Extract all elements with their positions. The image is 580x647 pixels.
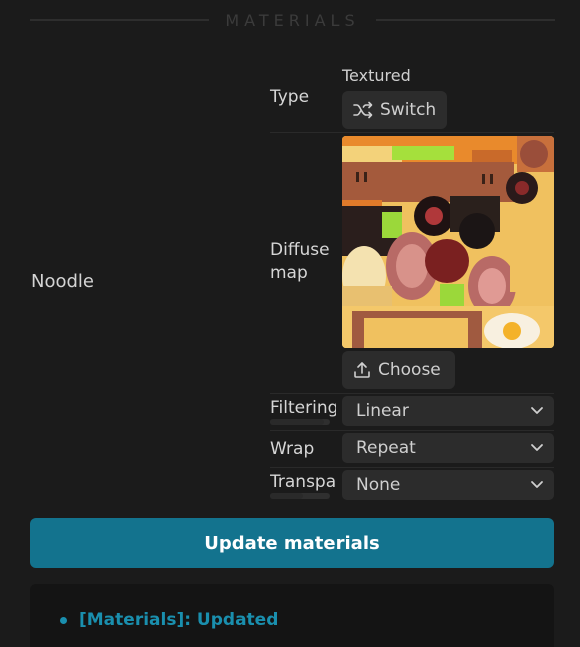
divider — [270, 430, 554, 431]
type-value: Textured — [342, 66, 411, 85]
choose-button[interactable]: Choose — [342, 351, 455, 389]
transparency-select[interactable]: None — [342, 470, 554, 500]
upload-icon — [352, 360, 372, 380]
filtering-select[interactable]: Linear — [342, 396, 554, 426]
wrap-label: Wrap — [270, 439, 315, 459]
materials-panel: MATERIALS Noodle Type Textured Switch Di… — [0, 0, 580, 647]
divider — [375, 19, 555, 21]
wrap-select[interactable]: Repeat — [342, 433, 554, 463]
filtering-label: Filtering — [270, 398, 336, 418]
divider — [30, 19, 210, 21]
switch-button[interactable]: Switch — [342, 91, 447, 129]
filtering-value: Linear — [356, 401, 409, 421]
update-materials-button[interactable]: Update materials — [30, 518, 554, 568]
transparency-value: None — [356, 475, 401, 495]
diffuse-map-preview[interactable] — [342, 136, 554, 348]
choose-label: Choose — [378, 360, 441, 380]
wrap-value: Repeat — [356, 438, 416, 458]
transparency-scrollbar[interactable] — [270, 493, 330, 499]
chevron-down-icon — [530, 401, 544, 421]
divider — [270, 467, 554, 468]
transparency-label: Transparency — [270, 472, 336, 492]
diffuse-map-label: Diffuse map — [270, 240, 330, 283]
chevron-down-icon — [530, 475, 544, 495]
bullet-icon — [60, 616, 67, 624]
scrollbar-thumb[interactable] — [270, 493, 303, 499]
material-name: Noodle — [31, 271, 94, 292]
shuffle-icon — [352, 101, 374, 119]
divider — [270, 393, 554, 394]
chevron-down-icon — [530, 438, 544, 458]
switch-label: Switch — [380, 100, 437, 120]
section-header: MATERIALS — [30, 8, 555, 32]
type-label: Type — [270, 87, 310, 107]
log-entry-text: [Materials]: Updated — [79, 610, 279, 630]
log-panel: [Materials]: Updated — [30, 584, 554, 647]
section-title: MATERIALS — [225, 10, 360, 30]
texture-image — [342, 136, 554, 348]
scrollbar-thumb[interactable] — [270, 419, 324, 425]
filtering-scrollbar[interactable] — [270, 419, 330, 425]
log-entry: [Materials]: Updated — [60, 610, 278, 630]
divider — [270, 132, 554, 133]
